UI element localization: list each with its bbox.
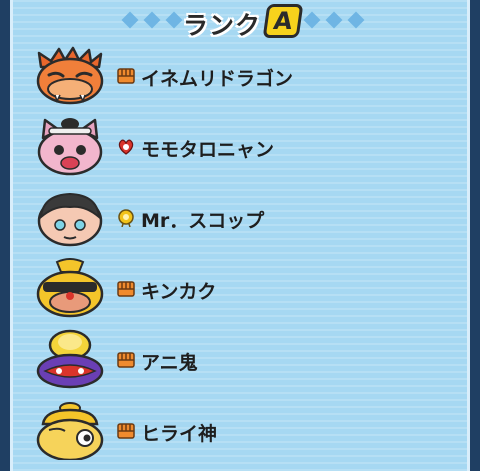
fist-tribe-icon	[117, 281, 135, 297]
list-item[interactable]: アニ鬼	[35, 329, 455, 393]
fist-tribe-icon	[117, 68, 135, 84]
rank-title: ランク	[183, 11, 262, 40]
yokai-name: キンカク	[141, 281, 217, 303]
list-item[interactable]: キンカク	[35, 258, 455, 322]
list-item[interactable]: Mr．スコップ	[35, 187, 455, 251]
list-item[interactable]: ヒライ神	[35, 400, 455, 464]
dragon-portrait	[36, 46, 104, 105]
yokai-name: アニ鬼	[141, 352, 198, 374]
yokai-name: Mr．スコップ	[141, 210, 265, 232]
boy-portrait	[37, 192, 103, 247]
cat-portrait	[37, 118, 103, 176]
pot-god-portrait	[36, 402, 104, 460]
list-item[interactable]: イネムリドラゴン	[35, 45, 455, 109]
fist-tribe-icon	[117, 423, 135, 439]
spiral-tribe-icon	[118, 209, 134, 227]
yokai-name: モモタロニャン	[141, 139, 275, 161]
fist-tribe-icon	[117, 352, 135, 368]
rank-letter-badge: A	[262, 4, 304, 38]
gold-oni-portrait	[36, 258, 104, 318]
header-diamonds-right	[303, 11, 365, 29]
list-item[interactable]: モモタロニャン	[35, 116, 455, 180]
yokai-name: イネムリドラゴン	[141, 68, 294, 90]
rank-header: ランク A	[13, 0, 467, 44]
purple-oni-portrait	[36, 329, 104, 389]
yokai-name: ヒライ神	[141, 423, 218, 445]
rank-panel: ランク A イネムリドラゴン モモタロニャン Mr．スコップ キンカク アニ鬼 …	[10, 0, 470, 471]
heart-tribe-icon	[118, 139, 134, 155]
